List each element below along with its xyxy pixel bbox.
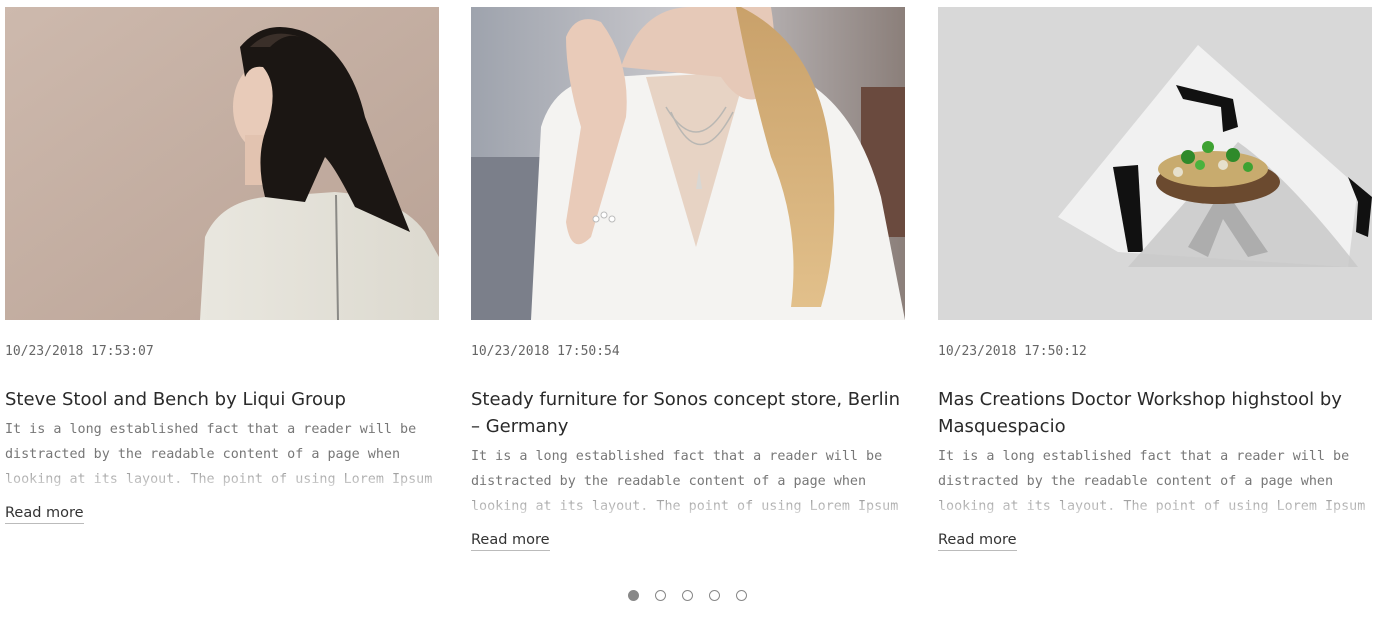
pagination-dot[interactable] bbox=[628, 590, 639, 601]
post-image-link[interactable] bbox=[471, 7, 905, 320]
post-title-link[interactable]: Mas Creations Doctor Workshop highstool … bbox=[938, 389, 1342, 437]
pagination-dot[interactable] bbox=[682, 590, 693, 601]
post-image-link[interactable] bbox=[5, 7, 439, 320]
read-more-link[interactable]: Read more bbox=[938, 531, 1017, 551]
post-image bbox=[938, 7, 1372, 320]
post-title: Mas Creations Doctor Workshop highstool … bbox=[938, 386, 1372, 440]
post-title-link[interactable]: Steady furniture for Sonos concept store… bbox=[471, 389, 900, 437]
post-excerpt: It is a long established fact that a rea… bbox=[5, 417, 439, 492]
post-card: 10/23/2018 17:50:12 Mas Creations Doctor… bbox=[938, 7, 1372, 551]
read-more-link[interactable]: Read more bbox=[5, 504, 84, 524]
post-date: 10/23/2018 17:50:12 bbox=[938, 344, 1087, 359]
post-image bbox=[471, 7, 905, 320]
post-image-link[interactable] bbox=[938, 7, 1372, 320]
blog-carousel: 10/23/2018 17:53:07 Steve Stool and Benc… bbox=[0, 0, 1385, 623]
post-image bbox=[5, 7, 439, 320]
read-more-link[interactable]: Read more bbox=[471, 531, 550, 551]
pagination-dot[interactable] bbox=[655, 590, 666, 601]
post-title: Steve Stool and Bench by Liqui Group bbox=[5, 386, 439, 413]
post-date: 10/23/2018 17:50:54 bbox=[471, 344, 620, 359]
post-card: 10/23/2018 17:53:07 Steve Stool and Benc… bbox=[5, 7, 439, 524]
pagination-dot[interactable] bbox=[709, 590, 720, 601]
post-card: 10/23/2018 17:50:54 Steady furniture for… bbox=[471, 7, 905, 551]
post-excerpt: It is a long established fact that a rea… bbox=[471, 444, 905, 519]
post-title-link[interactable]: Steve Stool and Bench by Liqui Group bbox=[5, 389, 346, 410]
carousel-pagination bbox=[628, 590, 747, 601]
pagination-dot[interactable] bbox=[736, 590, 747, 601]
post-date: 10/23/2018 17:53:07 bbox=[5, 344, 154, 359]
post-title: Steady furniture for Sonos concept store… bbox=[471, 386, 905, 440]
post-excerpt: It is a long established fact that a rea… bbox=[938, 444, 1372, 519]
